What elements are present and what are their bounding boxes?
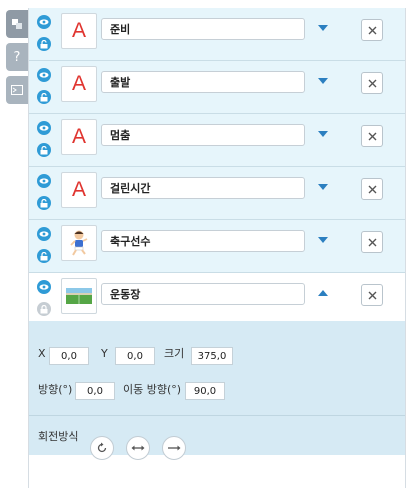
console-icon (11, 85, 23, 95)
x-input[interactable]: 0,0 (49, 347, 89, 365)
text-object-icon: A (71, 178, 86, 201)
flip-horizontal-button[interactable] (126, 436, 150, 460)
object-row-selected[interactable]: 운동장 (29, 273, 405, 326)
visibility-eye-icon[interactable] (37, 280, 51, 294)
soccer-player-icon (70, 230, 88, 256)
size-label: 크기 (164, 347, 185, 360)
objects-icon (12, 19, 22, 29)
lock-icon[interactable] (37, 302, 51, 316)
rotate-free-button[interactable] (90, 436, 114, 460)
object-properties-panel: X 0,0 Y 0,0 크기 375,0 방향(°) 0,0 이동 방향(°) … (29, 321, 405, 460)
text-object-icon: A (71, 125, 86, 148)
close-icon (368, 238, 376, 246)
visibility-eye-icon[interactable] (37, 68, 51, 82)
text-object-icon: A (71, 19, 86, 42)
text-object-icon: A (71, 72, 86, 95)
expand-arrow-icon[interactable] (318, 237, 328, 243)
close-icon (368, 79, 376, 87)
objects-tab[interactable] (6, 10, 28, 38)
object-row[interactable]: 축구선수 (29, 220, 405, 273)
console-tab[interactable] (6, 76, 28, 104)
object-row[interactable]: A 멈춤 (29, 114, 405, 167)
delete-object-button[interactable] (361, 72, 383, 94)
visibility-eye-icon[interactable] (37, 227, 51, 241)
direction-label: 방향(°) (38, 383, 73, 396)
delete-object-button[interactable] (361, 19, 383, 41)
visibility-eye-icon[interactable] (37, 174, 51, 188)
close-icon (368, 185, 376, 193)
object-name-input[interactable]: 출발 (101, 71, 305, 93)
unlock-icon[interactable] (37, 196, 51, 210)
size-input[interactable]: 375,0 (191, 347, 233, 365)
object-name-input[interactable]: 축구선수 (101, 230, 305, 252)
visibility-eye-icon[interactable] (37, 121, 51, 135)
rotation-method-label: 회전방식 (38, 430, 79, 443)
move-direction-label: 이동 방향(°) (123, 383, 182, 396)
soccer-field-icon (66, 288, 92, 304)
left-right-arrow-icon (131, 445, 145, 451)
y-input[interactable]: 0,0 (115, 347, 155, 365)
right-arrow-icon (168, 445, 181, 451)
help-tab[interactable]: ? (6, 43, 28, 71)
help-icon: ? (13, 49, 21, 65)
object-panel: A 준비 A 출발 A 멈춤 A 걸린시간 축구선수 운동장 X 0,0 Y 0… (28, 8, 406, 488)
object-row[interactable]: A 출발 (29, 61, 405, 114)
expand-arrow-icon[interactable] (318, 78, 328, 84)
close-icon (368, 26, 376, 34)
rotate-icon (97, 442, 107, 453)
divider (29, 415, 405, 416)
unlock-icon[interactable] (37, 249, 51, 263)
expand-arrow-icon[interactable] (318, 131, 328, 137)
object-list: A 준비 A 출발 A 멈춤 A 걸린시간 축구선수 운동장 (29, 8, 405, 326)
visibility-eye-icon[interactable] (37, 15, 51, 29)
object-thumbnail[interactable]: A (61, 66, 97, 102)
object-row[interactable]: A 준비 (29, 8, 405, 61)
object-name-input[interactable]: 준비 (101, 18, 305, 40)
move-direction-input[interactable]: 90,0 (185, 382, 225, 400)
object-row[interactable]: A 걸린시간 (29, 167, 405, 220)
expand-arrow-icon[interactable] (318, 184, 328, 190)
x-label: X (38, 347, 46, 360)
delete-object-button[interactable] (361, 178, 383, 200)
y-label: Y (101, 347, 108, 360)
unlock-icon[interactable] (37, 90, 51, 104)
close-icon (368, 132, 376, 140)
unlock-icon[interactable] (37, 37, 51, 51)
delete-object-button[interactable] (361, 284, 383, 306)
object-thumbnail[interactable] (61, 278, 97, 314)
side-tabs: ? (6, 10, 28, 109)
delete-object-button[interactable] (361, 125, 383, 147)
direction-input[interactable]: 0,0 (75, 382, 115, 400)
unlock-icon[interactable] (37, 143, 51, 157)
object-thumbnail[interactable]: A (61, 13, 97, 49)
object-thumbnail[interactable] (61, 225, 97, 261)
object-name-input[interactable]: 운동장 (101, 283, 305, 305)
object-name-input[interactable]: 걸린시간 (101, 177, 305, 199)
no-rotation-button[interactable] (162, 436, 186, 460)
delete-object-button[interactable] (361, 231, 383, 253)
collapse-arrow-icon[interactable] (318, 290, 328, 296)
object-thumbnail[interactable]: A (61, 119, 97, 155)
object-thumbnail[interactable]: A (61, 172, 97, 208)
object-name-input[interactable]: 멈춤 (101, 124, 305, 146)
expand-arrow-icon[interactable] (318, 25, 328, 31)
close-icon (368, 291, 376, 299)
